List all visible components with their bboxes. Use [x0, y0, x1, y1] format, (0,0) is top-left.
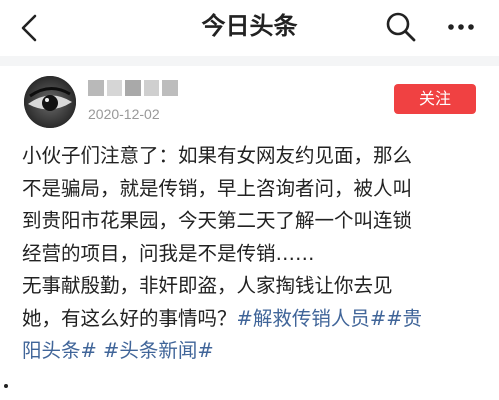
username-redacted	[88, 80, 178, 96]
hashtag-link[interactable]: #贵	[386, 307, 422, 330]
post-text-line: 到贵阳市花果园，今天第二天了解一个叫连锁	[22, 209, 413, 232]
section-divider	[0, 56, 499, 66]
follow-button[interactable]: 关注	[394, 84, 476, 114]
post-date: 2020-12-02	[88, 106, 160, 122]
post-body: 小伙子们注意了：如果有女网友约见面，那么 不是骗局，就是传销，早上咨询者问，被人…	[22, 140, 492, 368]
more-icon[interactable]	[446, 12, 476, 42]
post-text-line: 无事献殷勤，非奸即盗，人家掏钱让你去见	[22, 274, 393, 297]
search-icon[interactable]	[384, 10, 418, 44]
bullet-dot	[4, 384, 8, 388]
post-text-line: 经营的项目，问我是不是传销……	[22, 241, 315, 265]
post-text-line: 不是骗局，就是传销，早上咨询者问，被人叫	[22, 176, 413, 200]
page-title: 今日头条	[201, 12, 298, 40]
post-text-line-tags: 阳头条# #头条新闻#	[22, 335, 492, 368]
hashtag-link[interactable]: #解救传销人员#	[237, 307, 387, 330]
avatar[interactable]	[24, 76, 76, 128]
hashtag-link[interactable]: #头条新闻#	[103, 339, 214, 362]
hashtag-link[interactable]: 阳头条#	[22, 339, 97, 362]
post-text-line: 小伙子们注意了：如果有女网友约见面，那么	[22, 144, 413, 167]
post-text-line-with-tags: 她，有这么好的事情吗？#解救传销人员##贵	[22, 303, 492, 336]
back-icon[interactable]	[18, 13, 40, 43]
top-navigation-bar: 今日头条	[0, 0, 499, 56]
avatar-eye-image	[24, 76, 76, 128]
post-text: 她，有这么好的事情吗？	[22, 306, 237, 330]
